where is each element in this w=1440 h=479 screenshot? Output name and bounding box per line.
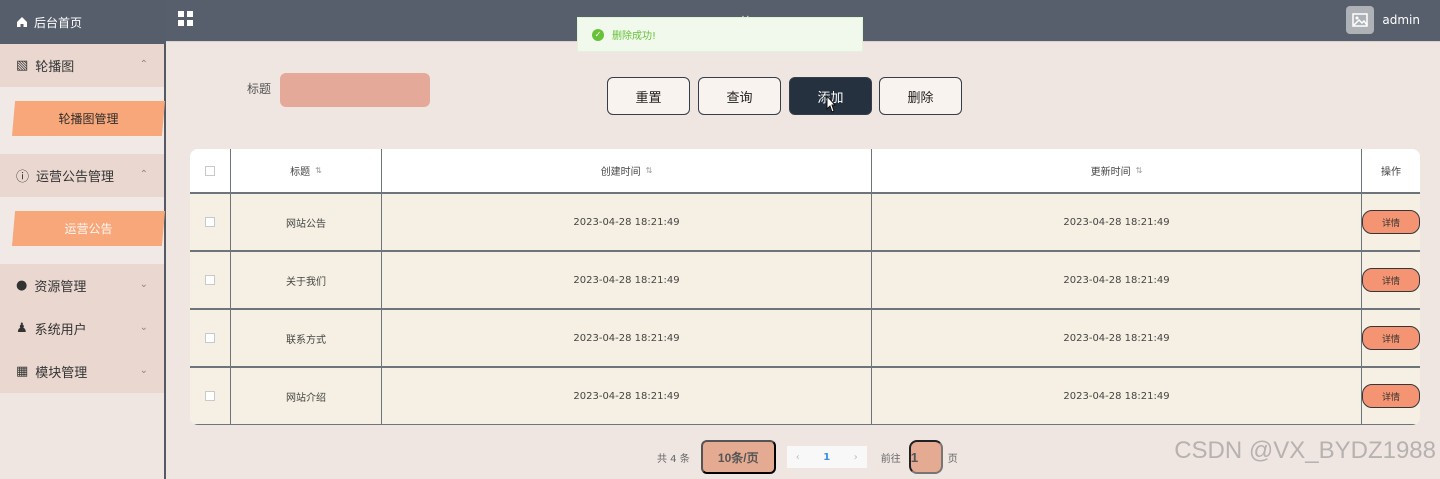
row-checkbox[interactable] (205, 217, 215, 227)
row-action-cell: 详情 (1362, 252, 1420, 308)
resource-icon: ● (16, 278, 28, 293)
sort-icon[interactable]: ⇅ (1136, 166, 1143, 175)
row-checkbox[interactable] (205, 275, 215, 285)
watermark: CSDN @VX_BYDZ1988 (1174, 437, 1436, 464)
row-select-cell[interactable] (190, 368, 231, 424)
sidebar-item-operation-notice[interactable]: ⓘ 运营公告管理 ⌃ (0, 154, 164, 197)
header-created[interactable]: 创建时间 ⇅ (382, 149, 872, 192)
user-icon: ♟ (16, 321, 28, 336)
carousel-submenu: 轮播图管理 (0, 87, 165, 154)
sidebar-item-resource[interactable]: ● 资源管理 ⌄ (0, 264, 164, 307)
sidebar-item-label: 运营公告管理 (36, 170, 115, 185)
chevron-down-icon: ⌄ (139, 365, 148, 376)
page-navigator: ‹ 1 › (786, 446, 867, 468)
header-action: 操作 (1381, 167, 1401, 178)
sidebar: ▧ 轮播图 ⌃ 轮播图管理 ⓘ 运营公告管理 ⌃ 运营公告 ● 资源管理 ⌄ ♟… (0, 44, 166, 479)
sidebar-item-label: 系统用户 (34, 323, 87, 338)
row-select-cell[interactable] (190, 252, 231, 308)
row-created: 2023-04-28 18:21:49 (382, 368, 872, 424)
notice-submenu: 运营公告 (0, 197, 165, 264)
query-button[interactable]: 查询 (698, 77, 781, 115)
table-header: 标题 ⇅ 创建时间 ⇅ 更新时间 ⇅ 操作 (190, 149, 1420, 194)
row-updated: 2023-04-28 18:21:49 (872, 368, 1362, 424)
username: admin (1382, 13, 1420, 27)
row-action-cell: 详情 (1362, 368, 1420, 424)
row-created: 2023-04-28 18:21:49 (382, 252, 872, 308)
notice-table: 标题 ⇅ 创建时间 ⇅ 更新时间 ⇅ 操作 网站公告 2023-04-28 18:21… (190, 149, 1420, 425)
details-button[interactable]: 详情 (1362, 268, 1420, 292)
table-row: 网站公告 2023-04-28 18:21:49 2023-04-28 18:2… (190, 194, 1420, 252)
info-icon: ⓘ (16, 170, 30, 185)
table-row: 关于我们 2023-04-28 18:21:49 2023-04-28 18:2… (190, 252, 1420, 310)
row-title: 网站公告 (231, 194, 382, 250)
sidebar-subitem-operation-notice[interactable]: 运营公告 (12, 211, 165, 246)
row-checkbox[interactable] (205, 333, 215, 343)
delete-button[interactable]: 删除 (879, 77, 962, 115)
pagination: 共 4 条 10条/页 ‹ 1 › 前往 页 (657, 439, 958, 475)
sort-icon[interactable]: ⇅ (646, 166, 653, 175)
header-label: 创建时间 (600, 167, 641, 178)
sidebar-item-label: 轮播图 (35, 60, 75, 75)
header-title[interactable]: 标题 ⇅ (231, 149, 382, 192)
goto-label: 前往 (880, 453, 901, 465)
details-button[interactable]: 详情 (1362, 210, 1420, 234)
avatar-icon[interactable] (1346, 6, 1375, 34)
search-title-label: 标题 (247, 82, 272, 96)
previous-page-icon[interactable]: ‹ (796, 452, 800, 463)
row-updated: 2023-04-28 18:21:49 (872, 252, 1362, 308)
sidebar-item-label: 资源管理 (34, 280, 87, 295)
total-count: 共 4 条 (657, 453, 690, 465)
header-label: 更新时间 (1090, 167, 1131, 178)
grid-icon: ▦ (16, 364, 29, 379)
sidebar-subitem-carousel-management[interactable]: 轮播图管理 (12, 101, 165, 136)
user-menu[interactable]: admin (1346, 6, 1420, 34)
check-icon: ✓ (592, 28, 604, 41)
chevron-up-icon: ⌃ (139, 169, 148, 180)
sidebar-item-system-user[interactable]: ♟ 系统用户 ⌄ (0, 307, 164, 350)
home-link[interactable]: 后台首页 (0, 0, 166, 44)
page-jump-input[interactable] (908, 440, 943, 474)
row-updated: 2023-04-28 18:21:49 (872, 310, 1362, 366)
image-icon: ▧ (16, 58, 29, 73)
row-created: 2023-04-28 18:21:49 (382, 310, 872, 366)
select-all-cell[interactable] (190, 149, 231, 192)
header-label: 标题 (290, 167, 311, 178)
details-button[interactable]: 详情 (1362, 384, 1420, 408)
sort-icon[interactable]: ⇅ (315, 166, 322, 175)
grid-menu-icon[interactable] (177, 10, 195, 28)
header-updated[interactable]: 更新时间 ⇅ (872, 149, 1362, 192)
next-page-icon[interactable]: › (854, 452, 858, 463)
table-row: 联系方式 2023-04-28 18:21:49 2023-04-28 18:2… (190, 310, 1420, 368)
home-label: 后台首页 (34, 15, 83, 30)
pointer-cursor-icon (826, 95, 836, 113)
chevron-up-icon: ⌃ (139, 59, 148, 70)
row-title: 联系方式 (231, 310, 382, 366)
page-size-select[interactable]: 10条/页 (700, 440, 776, 474)
toast-message: 删除成功! (612, 31, 657, 42)
select-all-checkbox[interactable] (205, 165, 215, 176)
title-search-input[interactable] (280, 73, 430, 107)
sidebar-item-module[interactable]: ▦ 模块管理 ⌄ (0, 350, 164, 393)
sidebar-item-carousel[interactable]: ▧ 轮播图 ⌃ (0, 44, 164, 87)
row-checkbox[interactable] (205, 391, 215, 401)
chevron-down-icon: ⌄ (139, 322, 148, 333)
row-action-cell: 详情 (1362, 194, 1420, 250)
sidebar-item-label: 模块管理 (35, 366, 88, 381)
chevron-down-icon: ⌄ (139, 279, 148, 290)
reset-button[interactable]: 重置 (607, 77, 690, 115)
details-button[interactable]: 详情 (1362, 326, 1420, 350)
current-page[interactable]: 1 (823, 452, 830, 463)
home-icon (17, 17, 27, 27)
row-title: 网站介绍 (231, 368, 382, 424)
table-row: 网站介绍 2023-04-28 18:21:49 2023-04-28 18:2… (190, 368, 1420, 425)
row-action-cell: 详情 (1362, 310, 1420, 366)
success-toast: ✓ 删除成功! (577, 17, 863, 52)
row-updated: 2023-04-28 18:21:49 (872, 194, 1362, 250)
row-select-cell[interactable] (190, 194, 231, 250)
row-select-cell[interactable] (190, 310, 231, 366)
page-suffix: 页 (947, 453, 958, 465)
row-title: 关于我们 (231, 252, 382, 308)
row-created: 2023-04-28 18:21:49 (382, 194, 872, 250)
